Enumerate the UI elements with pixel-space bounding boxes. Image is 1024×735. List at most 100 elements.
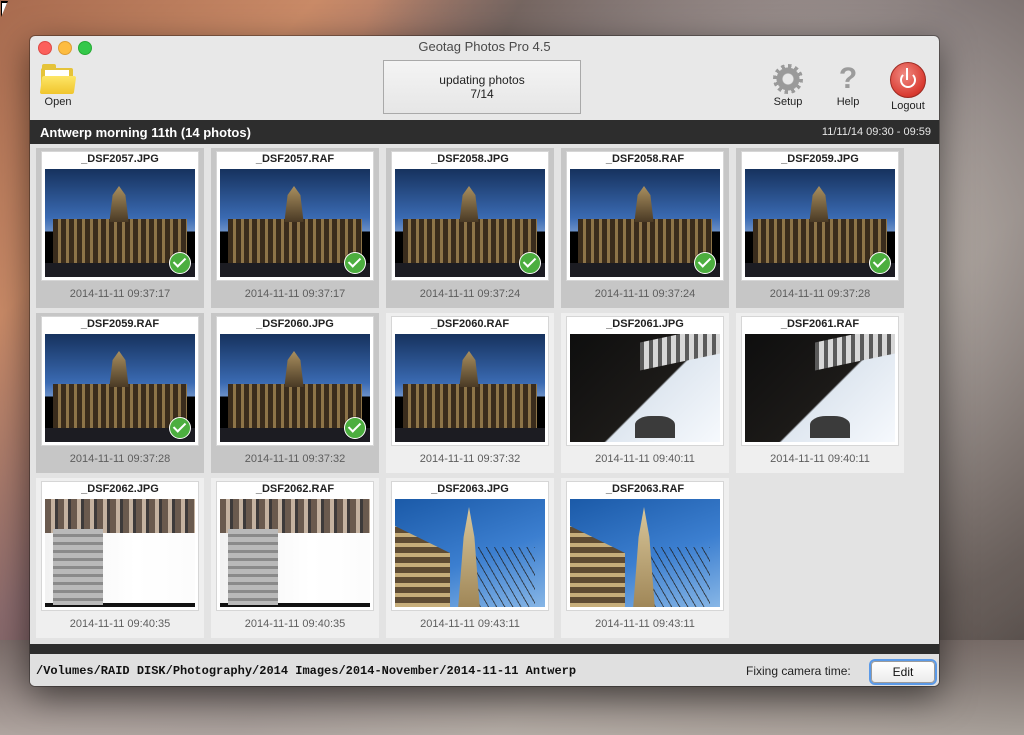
setup-label: Setup [773,96,803,108]
fixing-camera-time-label: Fixing camera time: [746,664,851,678]
photo-timestamp: 2014-11-11 09:37:17 [244,288,346,300]
photo-timestamp: 2014-11-11 09:40:35 [69,618,171,630]
photo-group-header: Antwerp morning 11th (14 photos) 11/11/1… [30,120,939,144]
geotagged-check-icon [169,417,191,439]
photo-timestamp: 2014-11-11 09:37:24 [594,288,696,300]
mouse-cursor-icon [1,1,8,17]
photo-card[interactable]: _DSF2059.RAF 2014-11-11 09:37:28 [36,313,204,473]
photo-card[interactable]: _DSF2063.JPG 2014-11-11 09:43:11 [386,478,554,638]
minimize-window-button[interactable] [58,41,72,55]
photo-frame: _DSF2062.RAF [216,481,374,611]
photo-filename: _DSF2059.RAF [80,318,160,330]
photo-filename: _DSF2062.RAF [255,483,335,495]
status-text: updating photos [439,73,525,87]
photo-thumbnail[interactable] [570,334,720,442]
photo-card[interactable]: _DSF2058.JPG 2014-11-11 09:37:24 [386,148,554,308]
photo-frame: _DSF2060.RAF [391,316,549,446]
photo-thumbnail[interactable] [220,499,370,607]
geotagged-check-icon [344,252,366,274]
photo-frame: _DSF2058.RAF [566,151,724,281]
status-progress-count: 7/14 [470,87,494,101]
photo-timestamp: 2014-11-11 09:40:11 [770,453,870,465]
logout-label: Logout [891,100,925,112]
photo-timestamp: 2014-11-11 09:43:11 [420,618,520,630]
photo-thumbnail[interactable] [395,334,545,442]
photo-filename: _DSF2063.RAF [605,483,685,495]
photo-card[interactable]: _DSF2057.JPG 2014-11-11 09:37:17 [36,148,204,308]
close-window-button[interactable] [38,41,52,55]
question-mark-icon: ? [838,62,858,95]
gear-icon [773,64,803,94]
photo-filename: _DSF2062.JPG [81,483,159,495]
logout-button[interactable]: Logout [886,62,930,112]
photo-thumbnail[interactable] [745,169,895,277]
photo-card[interactable]: _DSF2059.JPG 2014-11-11 09:37:28 [736,148,904,308]
photo-frame: _DSF2057.JPG [41,151,199,281]
photo-card[interactable]: _DSF2062.RAF 2014-11-11 09:40:35 [211,478,379,638]
geotagged-check-icon [169,252,191,274]
photo-timestamp: 2014-11-11 09:37:17 [69,288,171,300]
photo-filename: _DSF2060.RAF [430,318,510,330]
photo-timestamp: 2014-11-11 09:37:28 [769,288,871,300]
photo-timestamp: 2014-11-11 09:37:28 [69,453,171,465]
photo-card[interactable]: _DSF2058.RAF 2014-11-11 09:37:24 [561,148,729,308]
open-label: Open [44,96,72,108]
folder-path: /Volumes/RAID DISK/Photography/2014 Imag… [36,664,577,678]
photo-timestamp: 2014-11-11 09:43:11 [595,618,695,630]
photo-filename: _DSF2057.JPG [81,153,159,165]
photo-filename: _DSF2063.JPG [431,483,509,495]
photo-thumbnail[interactable] [745,334,895,442]
photo-frame: _DSF2063.JPG [391,481,549,611]
photo-thumbnail[interactable] [45,499,195,607]
setup-button[interactable]: Setup [768,64,808,108]
photo-thumbnail[interactable] [45,334,195,442]
photo-card[interactable]: _DSF2061.JPG 2014-11-11 09:40:11 [561,313,729,473]
folder-icon [39,64,77,94]
group-date-range: 11/11/14 09:30 - 09:59 [821,126,931,138]
photo-frame: _DSF2059.RAF [41,316,199,446]
help-label: Help [836,96,860,108]
geotagged-check-icon [869,252,891,274]
photo-card[interactable]: _DSF2062.JPG 2014-11-11 09:40:35 [36,478,204,638]
edit-button[interactable]: Edit [871,661,935,683]
photo-frame: _DSF2057.RAF [216,151,374,281]
title-bar[interactable]: Geotag Photos Pro 4.5 [30,36,939,58]
photo-thumbnail[interactable] [220,334,370,442]
open-button[interactable]: Open [38,64,78,108]
photo-frame: _DSF2061.JPG [566,316,724,446]
photo-card[interactable]: _DSF2060.RAF 2014-11-11 09:37:32 [386,313,554,473]
photo-frame: _DSF2058.JPG [391,151,549,281]
photo-filename: _DSF2060.JPG [256,318,334,330]
help-button[interactable]: ? Help [828,62,868,109]
photo-thumbnail[interactable] [570,169,720,277]
progress-status-box: updating photos 7/14 [383,60,581,114]
photo-thumbnail[interactable] [45,169,195,277]
zoom-window-button[interactable] [78,41,92,55]
footer-bar: /Volumes/RAID DISK/Photography/2014 Imag… [30,644,939,686]
photo-thumbnail[interactable] [220,169,370,277]
photo-timestamp: 2014-11-11 09:40:11 [595,453,695,465]
photo-card[interactable]: _DSF2061.RAF 2014-11-11 09:40:11 [736,313,904,473]
app-window: Geotag Photos Pro 4.5 Open updating phot… [30,36,939,686]
photo-card[interactable]: _DSF2060.JPG 2014-11-11 09:37:32 [211,313,379,473]
photo-frame: _DSF2059.JPG [741,151,899,281]
photo-thumbnail[interactable] [570,499,720,607]
photo-frame: _DSF2063.RAF [566,481,724,611]
photo-filename: _DSF2061.JPG [606,318,684,330]
photo-frame: _DSF2060.JPG [216,316,374,446]
photo-card[interactable]: _DSF2063.RAF 2014-11-11 09:43:11 [561,478,729,638]
photo-timestamp: 2014-11-11 09:37:32 [244,453,346,465]
photo-filename: _DSF2058.JPG [431,153,509,165]
geotagged-check-icon [344,417,366,439]
photo-thumbnail[interactable] [395,169,545,277]
photo-frame: _DSF2062.JPG [41,481,199,611]
photo-timestamp: 2014-11-11 09:40:35 [244,618,346,630]
group-title: Antwerp morning 11th (14 photos) [40,125,251,140]
geotagged-check-icon [519,252,541,274]
footer-divider [30,644,939,654]
window-title: Geotag Photos Pro 4.5 [418,39,551,54]
photo-thumbnail[interactable] [395,499,545,607]
photo-grid: _DSF2057.JPG 2014-11-11 09:37:17 _DSF2057.… [30,144,939,644]
photo-filename: _DSF2058.RAF [605,153,685,165]
photo-card[interactable]: _DSF2057.RAF 2014-11-11 09:37:17 [211,148,379,308]
